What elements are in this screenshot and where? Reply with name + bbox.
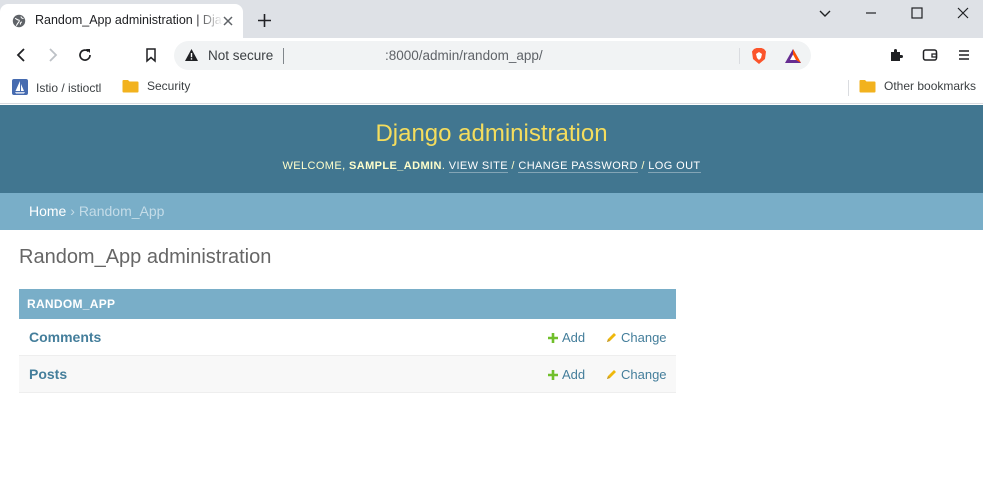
user-tools-separator: / [641,160,645,172]
wallet-icon[interactable] [922,47,938,63]
model-row-posts: Posts Add Change [19,356,676,393]
add-icon [548,333,558,343]
other-bookmarks[interactable]: Other bookmarks [859,79,976,93]
site-name-link[interactable]: Django administration [0,120,983,148]
extensions-icon[interactable] [888,47,904,63]
back-icon[interactable] [13,47,29,63]
breadcrumb: Home › Random_App [0,193,983,230]
warning-icon[interactable] [184,48,199,62]
breadcrumb-home-link[interactable]: Home [29,203,66,219]
bookmark-icon[interactable] [143,47,159,63]
browser-toolbar: Not secure :8000/admin/random_app/ [0,38,983,72]
pencil-icon [607,333,616,342]
tab-strip: Random_App administration | Django site … [0,0,983,38]
user-tools: Welcome, sample_admin. View site / Chang… [282,160,701,173]
bookmark-label: Other bookmarks [884,79,977,93]
change-label: Change [621,330,667,345]
folder-icon [122,80,139,93]
bookmark-folder-security[interactable]: Security [122,79,190,93]
view-site-link[interactable]: View site [448,160,508,173]
change-password-link[interactable]: Change password [518,160,638,173]
omnibox-divider [283,48,284,64]
bookmark-label: Istio / istioctl [36,81,102,95]
user-tools-separator: / [511,160,515,172]
app-caption-link[interactable]: Random_App [27,297,115,311]
model-link-posts[interactable]: Posts [29,366,67,382]
new-tab-icon[interactable] [257,13,272,28]
brave-shields-icon[interactable] [751,47,767,65]
tab-title: Random_App administration | Django site … [35,13,223,27]
pencil-icon [607,370,616,379]
omnibox-divider [739,48,740,64]
add-posts-link[interactable]: Add [548,367,585,382]
menu-icon[interactable] [956,47,972,63]
add-comments-link[interactable]: Add [548,330,585,345]
page-title: Random_App administration [19,246,272,268]
add-label: Add [562,330,586,345]
address-bar[interactable]: Not secure :8000/admin/random_app/ [174,41,811,70]
change-posts-link[interactable]: Change [606,367,667,382]
tab-search-chevron-icon[interactable] [818,6,832,20]
close-window-icon[interactable] [956,6,970,20]
add-label: Add [562,367,586,382]
folder-icon [859,80,876,93]
url-text[interactable]: :8000/admin/random_app/ [385,48,543,63]
istio-icon [12,79,28,95]
globe-icon [12,14,26,28]
welcome-text: Welcome, [282,160,346,172]
brave-rewards-icon[interactable] [784,48,802,64]
breadcrumb-separator: › [70,203,75,219]
bookmark-istio[interactable]: Istio / istioctl [12,79,101,95]
log-out-link[interactable]: Log out [648,160,701,173]
username: sample_admin [349,160,442,172]
bookmarks-bar: Istio / istioctl Security Other bookmark… [0,72,983,104]
reload-icon[interactable] [77,47,93,63]
model-row-comments: Comments Add Change [19,319,676,356]
maximize-icon[interactable] [910,6,924,20]
forward-icon[interactable] [45,47,61,63]
minimize-icon[interactable] [864,6,878,20]
bookmark-label: Security [147,79,191,93]
model-link-comments[interactable]: Comments [29,329,101,345]
close-tab-icon[interactable] [222,15,234,27]
browser-tab-active[interactable]: Random_App administration | Django site … [0,4,243,38]
change-label: Change [621,367,667,382]
security-status[interactable]: Not secure [208,48,273,63]
admin-header: Django administration Welcome, sample_ad… [0,105,983,193]
change-comments-link[interactable]: Change [606,330,667,345]
breadcrumb-current: Random_App [78,203,165,219]
app-module: Random_App Comments Add Change Posts Add… [19,289,676,393]
module-caption: Random_App [19,289,676,319]
add-icon [548,370,558,380]
bookmarks-divider [848,80,849,96]
